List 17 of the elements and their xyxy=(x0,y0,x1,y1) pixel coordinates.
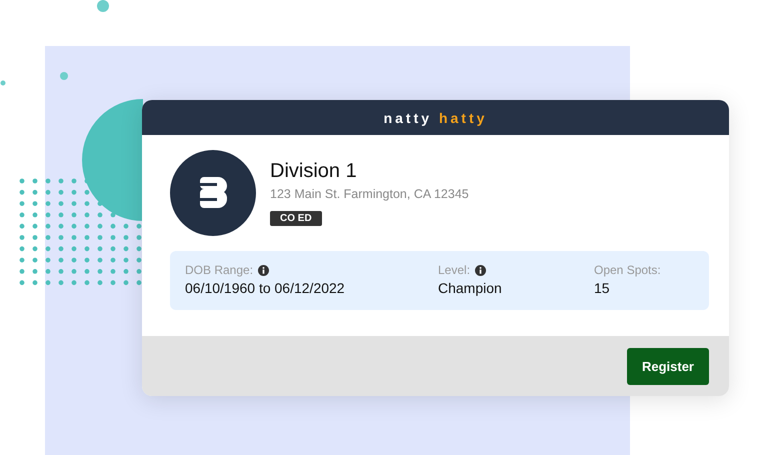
division-name: Division 1 xyxy=(270,160,358,183)
decor-dot xyxy=(97,0,109,12)
detail-value: 06/10/1960 to 06/12/2022 xyxy=(185,280,346,296)
detail-value: 15 xyxy=(594,280,611,296)
detail-value: Champion xyxy=(438,280,503,296)
decor-dot xyxy=(60,72,68,80)
detail-label: DOB Range: xyxy=(185,263,254,277)
brand-logo: natty hatty xyxy=(384,110,488,126)
register-button[interactable]: Register xyxy=(626,348,709,384)
decor-dot xyxy=(0,80,6,86)
division-address: 123 Main St. Farmington, CA 12345 xyxy=(270,187,469,201)
detail-label: Open Spots: xyxy=(594,263,661,277)
division-tag: CO ED xyxy=(270,211,322,226)
info-icon[interactable] xyxy=(475,264,486,276)
team-logo-icon xyxy=(170,150,256,236)
detail-label: Level: xyxy=(438,263,470,277)
info-icon[interactable] xyxy=(258,264,270,276)
